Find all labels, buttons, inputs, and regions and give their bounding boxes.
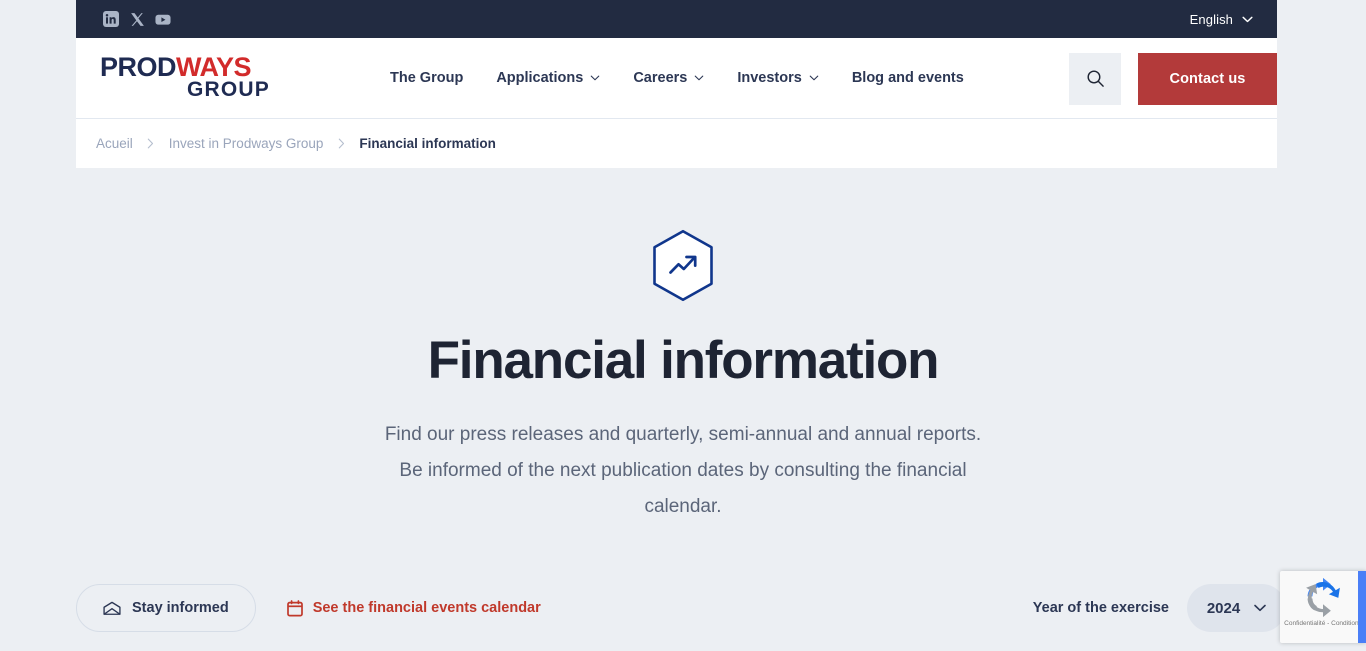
recaptcha-logo-icon [1306, 577, 1340, 618]
x-twitter-icon[interactable] [129, 11, 145, 27]
financial-events-calendar-link[interactable]: See the financial events calendar [286, 599, 541, 617]
nav-label: Blog and events [851, 70, 964, 86]
hero-section: Financial information Find our press rel… [0, 168, 1366, 651]
year-selected-value: 2024 [1206, 599, 1241, 617]
year-filter-label: Year of the exercise [1032, 600, 1169, 616]
stay-informed-label: Stay informed [132, 600, 229, 616]
nav-item-blog-and-events[interactable]: Blog and events [852, 70, 964, 86]
top-utility-bar: English [76, 0, 1277, 38]
page-title: Financial information [427, 331, 940, 390]
chevron-down-icon [591, 75, 600, 81]
nav-item-the-group[interactable]: The Group [390, 70, 463, 86]
nav-item-careers[interactable]: Careers [633, 70, 704, 86]
language-label: English [1189, 11, 1233, 27]
search-icon [1086, 70, 1104, 87]
nav-item-investors[interactable]: Investors [737, 70, 819, 86]
breadcrumb-item-acueil[interactable]: Acueil [96, 136, 133, 151]
financial-controls-bar: Stay informed See the financial events c… [76, 584, 1286, 632]
chevron-down-icon [1242, 16, 1253, 22]
chevron-down-icon [809, 75, 819, 81]
trending-up-hexagon-icon [649, 228, 717, 303]
search-button[interactable] [1069, 52, 1121, 105]
breadcrumb-separator-icon [323, 138, 359, 149]
linkedin-icon[interactable] [103, 11, 119, 27]
nav-label: Investors [737, 70, 802, 86]
recaptcha-text: Confidentialité - Conditions [1284, 620, 1362, 627]
recaptcha-badge[interactable]: Confidentialité - Conditions [1280, 571, 1366, 643]
breadcrumb-separator-icon [133, 138, 169, 149]
prodways-group-logo[interactable]: PRODWAYS GROUP [100, 52, 270, 101]
language-selector[interactable]: English [1190, 12, 1253, 27]
contact-us-button[interactable]: Contact us [1138, 52, 1277, 105]
chevron-down-icon [695, 75, 704, 81]
year-select-dropdown[interactable]: 2024 [1187, 584, 1286, 632]
breadcrumb-item-financial-information: Financial information [359, 136, 496, 151]
header-actions: Contact us [1069, 38, 1277, 119]
nav-label: Careers [633, 70, 688, 86]
year-filter-group: Year of the exercise 2024 [1033, 584, 1286, 632]
page-root: English PRODWAYS GROUP The Group Applica… [0, 0, 1366, 651]
social-links [103, 11, 171, 27]
calendar-icon [286, 599, 303, 616]
logo-line-1: PRODWAYS [100, 52, 270, 82]
page-description: Find our press releases and quarterly, s… [384, 424, 982, 517]
nav-label: Applications [496, 70, 584, 86]
calendar-link-label: See the financial events calendar [312, 600, 541, 616]
logo-prod-text: PROD [100, 52, 177, 82]
breadcrumb: Acueil Invest in Prodways Group Financia… [76, 119, 1277, 168]
recaptcha-accent-strip [1358, 571, 1366, 643]
chevron-down-icon [1254, 604, 1266, 612]
primary-navigation: The Group Applications Careers Investors… [390, 70, 964, 86]
stay-informed-button[interactable]: Stay informed [76, 584, 256, 632]
nav-label: The Group [390, 70, 464, 86]
youtube-icon[interactable] [155, 11, 171, 27]
logo-group-text: GROUP [186, 78, 270, 101]
site-shell: English PRODWAYS GROUP The Group Applica… [76, 0, 1277, 168]
breadcrumb-item-invest-in-prodways-group[interactable]: Invest in Prodways Group [169, 136, 324, 151]
envelope-open-icon [103, 601, 121, 615]
nav-item-applications[interactable]: Applications [496, 70, 600, 86]
main-header: PRODWAYS GROUP The Group Applications Ca… [76, 38, 1277, 119]
